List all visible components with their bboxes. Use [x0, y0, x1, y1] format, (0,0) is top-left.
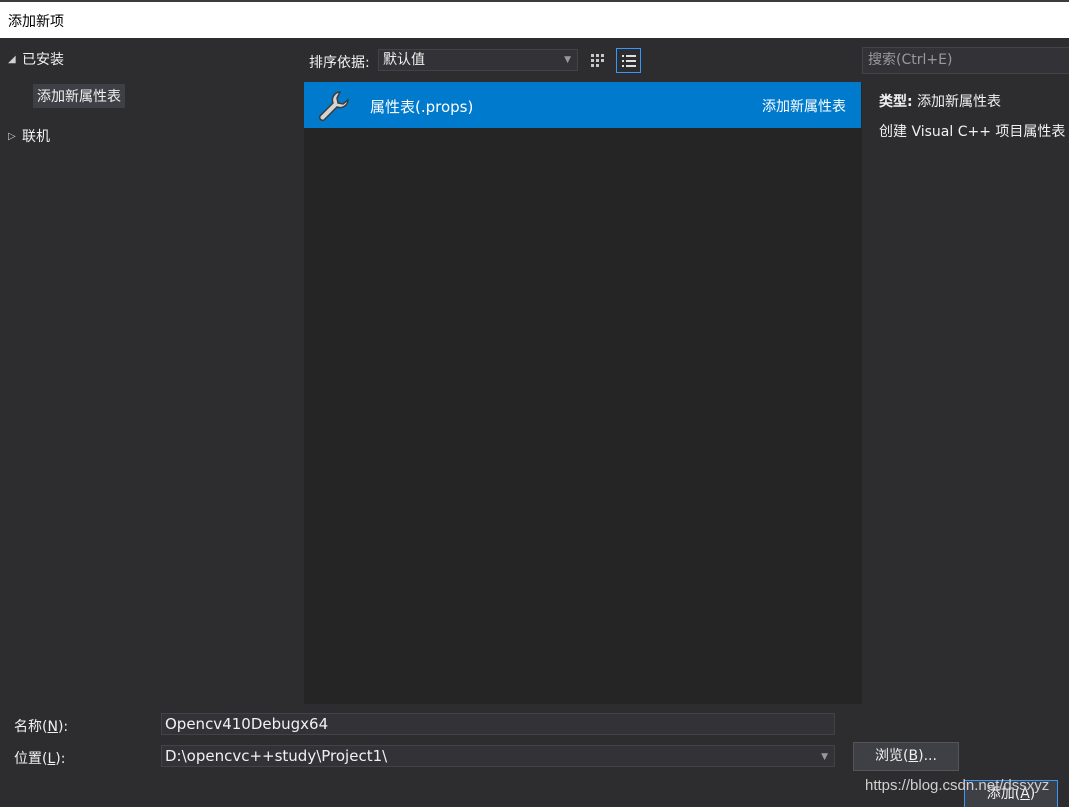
- detail-type: 类型: 添加新属性表: [879, 91, 1001, 111]
- category-tree: ◢ 已安装 添加新属性表 ▷ 联机: [0, 38, 303, 704]
- list-view-button[interactable]: [616, 48, 641, 73]
- expand-arrow-icon[interactable]: ▷: [8, 131, 22, 142]
- location-label: 位置(L):: [14, 751, 66, 767]
- tree-node-online[interactable]: ▷ 联机: [8, 126, 50, 146]
- collapse-arrow-icon[interactable]: ◢: [8, 54, 22, 65]
- tree-node-installed[interactable]: ◢ 已安装: [8, 49, 64, 69]
- chevron-down-icon: ▼: [564, 55, 571, 65]
- wrench-icon: [316, 89, 350, 127]
- location-field-value: D:\opencvc++study\Project1\: [165, 747, 388, 765]
- name-field[interactable]: Opencv410Debugx64: [161, 713, 835, 735]
- sort-label: 排序依据:: [309, 55, 370, 71]
- location-field[interactable]: D:\opencvc++study\Project1\ ▼: [161, 745, 835, 767]
- list-view-icon: [621, 54, 636, 67]
- detail-type-value: 添加新属性表: [917, 94, 1002, 110]
- grid-view-button[interactable]: [585, 48, 610, 73]
- sort-dropdown-value: 默认值: [383, 52, 425, 68]
- watermark: https://blog.csdn.net/dssxyz: [865, 777, 1050, 794]
- tree-node-installed-label: 已安装: [22, 52, 64, 68]
- grid-view-icon: [590, 53, 604, 67]
- template-list: 属性表(.props) 添加新属性表: [304, 82, 862, 704]
- title-bar: 添加新项: [0, 0, 1069, 38]
- search-input[interactable]: 搜索(Ctrl+E): [862, 47, 1069, 74]
- tree-node-add-property-sheet[interactable]: 添加新属性表: [33, 84, 125, 108]
- window-title: 添加新项: [8, 14, 64, 30]
- list-item-property-sheet[interactable]: 属性表(.props) 添加新属性表: [304, 82, 861, 128]
- name-label: 名称(N):: [14, 719, 69, 735]
- sort-dropdown[interactable]: 默认值 ▼: [378, 49, 578, 71]
- detail-type-label: 类型:: [879, 94, 913, 110]
- list-item-name: 属性表(.props): [370, 98, 474, 116]
- details-pane: 类型: 添加新属性表 创建 Visual C++ 项目属性表: [862, 82, 1069, 704]
- detail-description: 创建 Visual C++ 项目属性表: [879, 124, 1066, 140]
- chevron-down-icon[interactable]: ▼: [821, 747, 828, 767]
- browse-button[interactable]: 浏览(B)...: [853, 742, 959, 771]
- tree-node-online-label: 联机: [22, 129, 50, 145]
- list-item-type: 添加新属性表: [762, 99, 846, 115]
